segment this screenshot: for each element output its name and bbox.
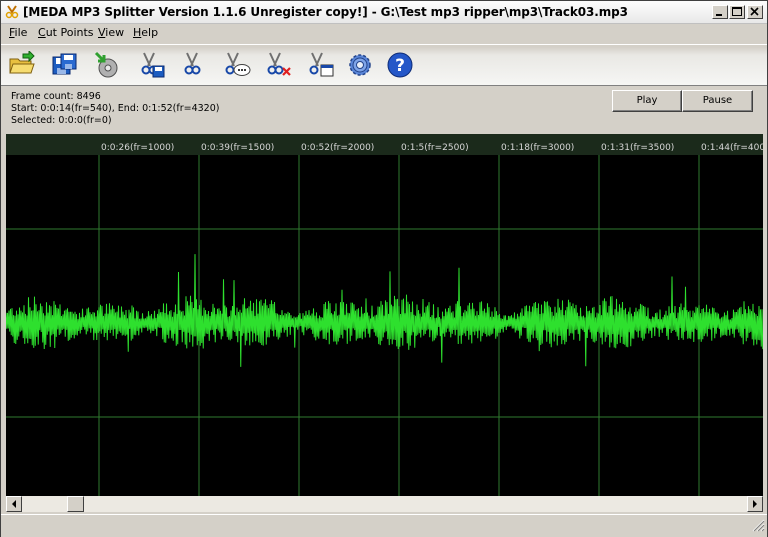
- open-folder-icon[interactable]: [7, 49, 37, 79]
- cut-window-icon[interactable]: [306, 51, 336, 79]
- status-bar: [1, 514, 767, 537]
- menu-bar: File Cut Points View Help: [1, 24, 767, 42]
- save-icon[interactable]: [50, 51, 80, 79]
- cut-comment-icon[interactable]: [222, 51, 252, 79]
- play-button[interactable]: Play: [612, 90, 682, 112]
- toolbar: ?: [1, 44, 767, 86]
- start-end-text: Start: 0:0:14(fr=540), End: 0:1:52(fr=43…: [11, 103, 220, 114]
- settings-gear-icon[interactable]: [346, 51, 376, 79]
- selected-text: Selected: 0:0:0(fr=0): [11, 115, 112, 126]
- waveform-canvas: [6, 155, 763, 496]
- cut-delete-icon[interactable]: [264, 51, 294, 79]
- app-window: [MEDA MP3 Splitter Version 1.1.6 Unregis…: [0, 0, 768, 537]
- menu-view[interactable]: View: [98, 26, 124, 39]
- window-title: [MEDA MP3 Splitter Version 1.1.6 Unregis…: [23, 5, 628, 19]
- close-button[interactable]: [747, 5, 763, 19]
- frame-count-text: Frame count: 8496: [11, 91, 101, 102]
- title-bar[interactable]: [MEDA MP3 Splitter Version 1.1.6 Unregis…: [1, 1, 767, 24]
- maximize-button[interactable]: [729, 5, 745, 19]
- cut-icon[interactable]: [178, 51, 208, 79]
- scroll-right-arrow[interactable]: [747, 496, 763, 512]
- resize-grip-icon[interactable]: [751, 518, 765, 535]
- pause-button[interactable]: Pause: [682, 90, 753, 112]
- waveform-trace: [6, 254, 763, 367]
- menu-cut-points[interactable]: Cut Points: [38, 26, 94, 39]
- scroll-left-arrow[interactable]: [6, 496, 22, 512]
- info-panel: Frame count: 8496 Start: 0:0:14(fr=540),…: [1, 86, 767, 134]
- cut-save-icon[interactable]: [137, 51, 167, 79]
- minimize-button[interactable]: [712, 5, 728, 19]
- menu-help[interactable]: Help: [133, 26, 158, 39]
- waveform-display[interactable]: 0:0:26(fr=1000) 0:0:39(fr=1500) 0:0:52(f…: [6, 134, 763, 496]
- help-icon[interactable]: ?: [386, 51, 416, 79]
- scissors-app-icon: [5, 5, 19, 19]
- menu-file[interactable]: File: [9, 26, 27, 39]
- scroll-thumb[interactable]: [67, 496, 84, 512]
- horizontal-scrollbar[interactable]: [6, 496, 763, 512]
- import-icon[interactable]: [92, 51, 122, 79]
- svg-text:?: ?: [395, 56, 405, 76]
